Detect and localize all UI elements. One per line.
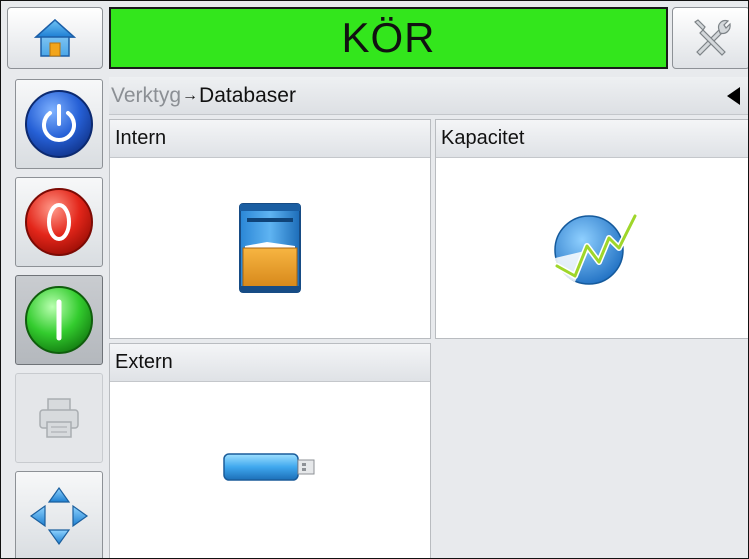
app-screen: KÖR Verktyg → Databaser Intern Kapacitet…: [0, 0, 749, 559]
tile-extern-label: Extern: [115, 351, 173, 373]
navigate-arrows-icon: [29, 486, 89, 546]
tile-extern[interactable]: Extern: [109, 343, 431, 558]
status-bar: KÖR: [109, 7, 668, 69]
start-icon: [25, 286, 93, 354]
tile-extern-body: [110, 382, 430, 558]
internal-database-icon: [239, 203, 301, 293]
start-button[interactable]: [15, 275, 103, 365]
print-button[interactable]: [15, 373, 103, 463]
navigate-button[interactable]: [15, 471, 103, 558]
power-icon: [25, 90, 93, 158]
tools-icon: [694, 19, 731, 56]
breadcrumb-parent[interactable]: Verktyg: [111, 84, 181, 108]
status-text: KÖR: [341, 14, 436, 61]
tile-extern-header: Extern: [110, 344, 430, 382]
breadcrumb-separator: →: [182, 86, 199, 104]
breadcrumb: Verktyg → Databaser: [109, 77, 748, 115]
breadcrumb-current: Databaser: [199, 83, 296, 107]
tile-intern-body: [110, 158, 430, 338]
tile-kapacitet-label: Kapacitet: [441, 127, 525, 149]
capacity-chart-icon: [554, 213, 638, 285]
printer-icon: [39, 398, 79, 438]
stop-button[interactable]: [15, 177, 103, 267]
tile-kapacitet-body: [436, 158, 748, 338]
tile-kapacitet-header: Kapacitet: [436, 120, 748, 158]
power-button[interactable]: [15, 79, 103, 169]
tools-button[interactable]: [672, 7, 748, 69]
home-button[interactable]: [7, 7, 103, 69]
tile-kapacitet[interactable]: Kapacitet: [435, 119, 748, 339]
home-icon: [34, 18, 76, 57]
back-arrow-icon[interactable]: [727, 87, 740, 105]
usb-drive-icon: [223, 453, 315, 481]
stop-icon: [25, 188, 93, 256]
tile-intern-header: Intern: [110, 120, 430, 158]
tile-intern[interactable]: Intern: [109, 119, 431, 339]
tile-intern-label: Intern: [115, 127, 167, 149]
